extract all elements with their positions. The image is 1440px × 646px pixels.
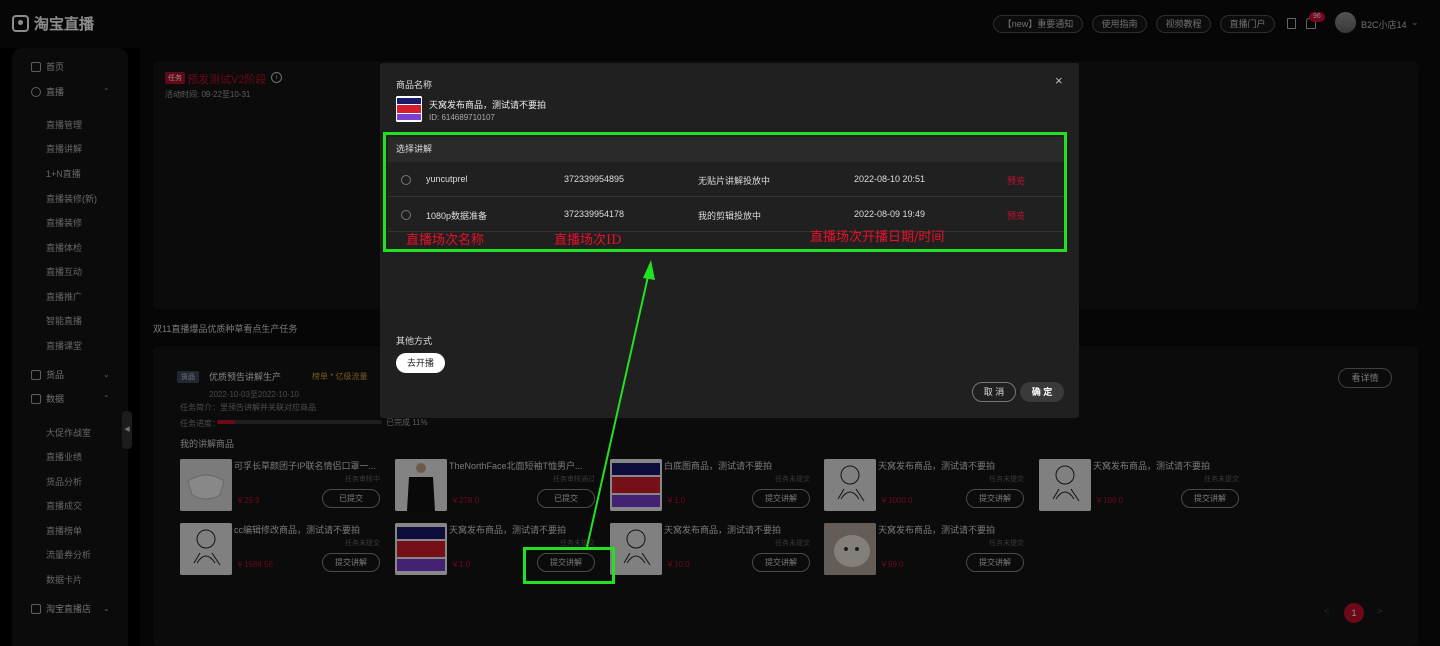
annotation-arrow bbox=[586, 260, 655, 548]
